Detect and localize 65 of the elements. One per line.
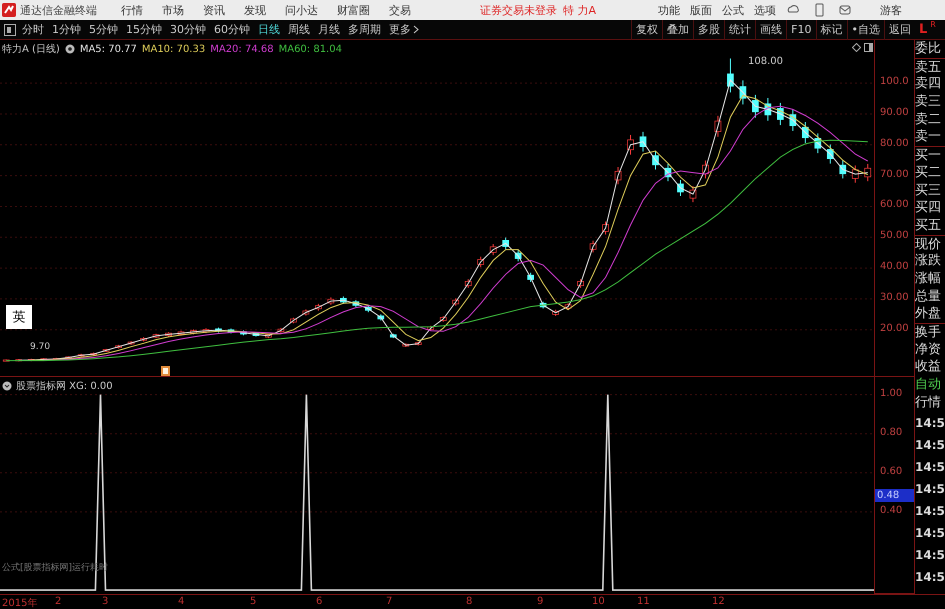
date-axis-label: 2: [55, 596, 62, 607]
date-axis-label: 11: [637, 596, 650, 607]
quote-field-label: 委比: [915, 40, 942, 58]
moving-average-value: MA20: 74.68: [210, 44, 274, 54]
quote-field-label: 买二: [915, 164, 942, 182]
moving-average-value: MA10: 70.33: [142, 44, 206, 54]
date-axis-label: 6: [316, 596, 322, 607]
date-axis-label: 10: [592, 596, 605, 607]
quote-field-label: 卖四: [915, 75, 942, 94]
app-title: 通达信金融终端: [20, 2, 97, 18]
quote-field-label: 买三: [915, 182, 942, 200]
quote-field-label: 换手: [915, 323, 945, 341]
price-axis-label: 30.00: [880, 292, 909, 303]
corner-label: L: [919, 20, 928, 38]
quote-field-label: 卖三: [915, 93, 942, 111]
trade-time: 14:5: [915, 459, 945, 476]
low-price-label: 9.70: [30, 342, 50, 352]
corner-label: R: [930, 20, 936, 30]
stock-name: 特 力A: [563, 2, 596, 18]
quote-field-label: 现价: [915, 234, 945, 252]
trade-time: 14:5: [915, 503, 945, 520]
trade-time: 14:5: [915, 547, 945, 564]
quote-field-label: 买五: [915, 216, 942, 235]
date-axis-label: 12: [712, 596, 725, 607]
price-axis-label: 90.00: [880, 106, 909, 118]
quote-field-label: 净资: [915, 340, 942, 358]
trade-time: 14:5: [915, 415, 945, 432]
indicator-axis-label: 0.80: [880, 426, 902, 438]
quote-field-label: 买一: [915, 146, 945, 164]
quote-field-label: 买四: [915, 199, 942, 217]
quote-field-label: 外盘: [915, 305, 942, 323]
quote-field-label: 总量: [915, 288, 942, 306]
cursor-value-label: 0.48: [875, 489, 914, 502]
trade-time: 14:5: [915, 481, 945, 498]
date-axis-label: 4: [178, 596, 184, 607]
quote-field-label: 卖一: [915, 128, 942, 146]
quote-field-label: 卖五: [915, 58, 945, 76]
trade-time: 14:5: [915, 569, 945, 586]
price-axis-label: 50.00: [880, 230, 909, 242]
price-axis-label: 80.00: [880, 138, 909, 149]
date-axis-label: 5: [250, 596, 256, 607]
indicator-axis-label: 1.00: [880, 388, 902, 399]
price-axis-label: 40.00: [880, 261, 909, 272]
indicator-axis-label: 0.40: [880, 504, 902, 516]
quote-field-label: 卖二: [915, 110, 942, 128]
date-axis-label: 3: [102, 596, 108, 607]
high-price-label: 108.00: [748, 56, 783, 67]
quote-field-label: 涨幅: [915, 270, 942, 288]
moving-average-value: MA5: 70.77: [80, 44, 137, 54]
quote-field-label: 收益: [915, 358, 942, 376]
price-axis-label: 100.0: [880, 76, 909, 88]
moving-average-value: MA60: 81.04: [278, 44, 342, 54]
price-axis-label: 60.00: [880, 199, 909, 210]
indicator-axis-label: 0.60: [880, 466, 902, 477]
indicator-title: 股票指标网 XG: 0.00: [16, 380, 113, 393]
trade-time: 14:5: [915, 525, 945, 542]
date-axis-label: 8: [466, 596, 472, 607]
price-axis-label: 20.00: [880, 322, 909, 334]
trade-time: 14:5: [915, 437, 945, 454]
price-axis-label: 70.00: [880, 168, 909, 180]
quote-field-label: 涨跌: [915, 252, 942, 270]
date-axis-label: 9: [537, 596, 544, 607]
date-axis-label: 2015年: [2, 597, 38, 609]
chart-title: 特力A (日线): [2, 42, 60, 56]
date-axis-label: 7: [386, 596, 392, 607]
